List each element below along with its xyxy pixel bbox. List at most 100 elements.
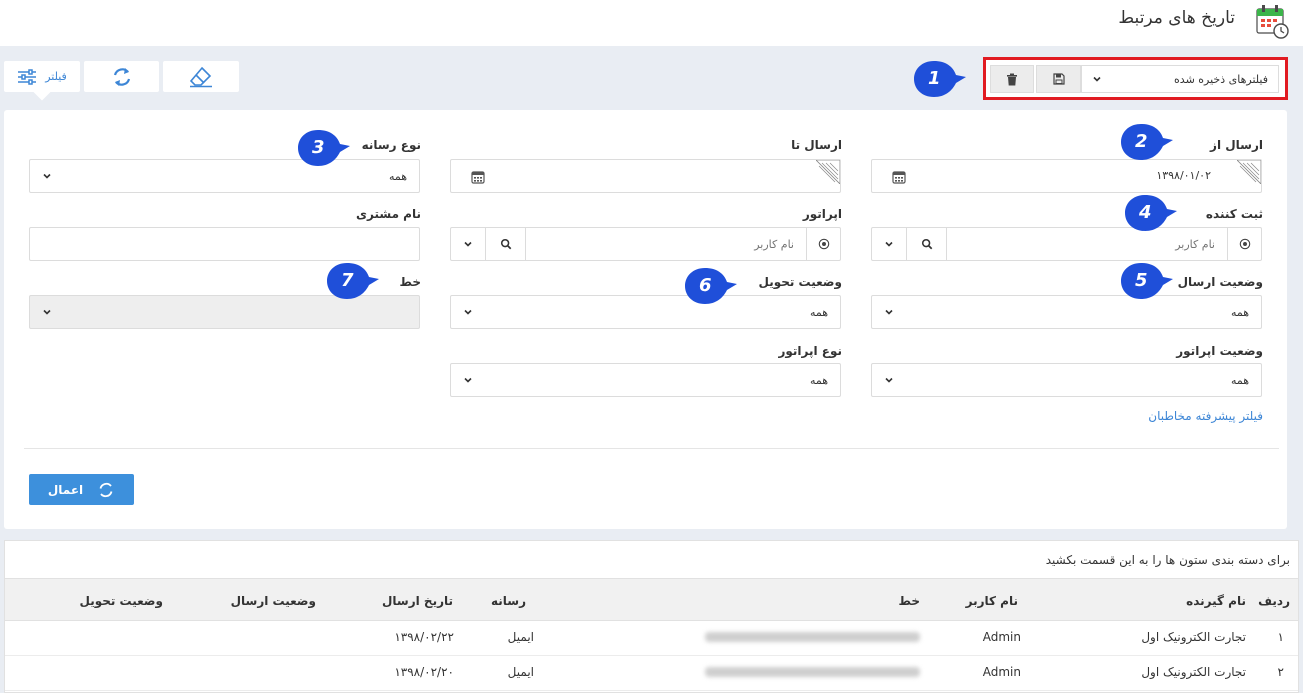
- column-header-recipient[interactable]: نام گیرنده: [1186, 594, 1246, 608]
- search-icon: [921, 238, 933, 250]
- calendar-icon[interactable]: [471, 170, 485, 184]
- group-by-drop-zone[interactable]: برای دسته بندی ستون ها را به این قسمت بک…: [1046, 553, 1290, 567]
- radio-target-icon: [1239, 238, 1251, 250]
- registrar-user-picker: [871, 227, 1262, 261]
- column-header-user[interactable]: نام کاربر: [966, 594, 1018, 608]
- media-type-value: همه: [388, 169, 407, 183]
- delete-filter-button[interactable]: [990, 65, 1034, 93]
- column-header-send-status[interactable]: وضعیت ارسال: [231, 594, 316, 608]
- refresh-icon: [99, 482, 113, 497]
- chevron-down-icon: [884, 307, 894, 317]
- grid-header: ردیف نام گیرنده نام کاربر خط رسانه تاریخ…: [5, 578, 1298, 621]
- eraser-icon: [189, 66, 212, 87]
- operator-status-select[interactable]: همه: [871, 363, 1262, 397]
- operator-input[interactable]: [525, 228, 806, 260]
- delivery-status-label: وضعیت تحویل: [758, 275, 842, 289]
- callout-marker-3: 3: [296, 128, 352, 168]
- callout-marker-6: 6: [683, 266, 739, 306]
- callout-marker-1: 1: [912, 59, 968, 99]
- calendar-clock-icon: [1256, 5, 1289, 39]
- registrar-label: ثبت کننده: [1205, 207, 1263, 221]
- apply-button-label: اعمال: [47, 482, 84, 497]
- registrar-dropdown-button[interactable]: [872, 228, 906, 260]
- cell-send-date: ۱۳۹۸/۰۲/۲۲: [394, 630, 454, 644]
- saved-filters-group: فیلترهای ذخیره شده: [983, 57, 1288, 100]
- operator-dropdown-button[interactable]: [451, 228, 485, 260]
- media-type-select[interactable]: همه: [29, 159, 420, 193]
- cell-index: ۲: [1277, 665, 1284, 679]
- send-from-label: ارسال از: [1210, 138, 1263, 152]
- line-label: خط: [399, 275, 422, 289]
- clear-filters-button[interactable]: [163, 61, 239, 92]
- table-row[interactable]: ۱ تجارت الکترونیک اول Admin ایمیل ۱۳۹۸/۰…: [5, 621, 1298, 656]
- cell-index: ۱: [1277, 630, 1284, 644]
- operator-type-select[interactable]: همه: [450, 363, 841, 397]
- saved-filters-select[interactable]: فیلترهای ذخیره شده: [1081, 65, 1279, 93]
- redacted-line: [705, 667, 920, 677]
- operator-user-picker: [450, 227, 841, 261]
- callout-marker-4: 4: [1123, 193, 1179, 233]
- operator-search-button[interactable]: [485, 228, 526, 260]
- registrar-input[interactable]: [946, 228, 1227, 260]
- cell-media: ایمیل: [507, 630, 534, 644]
- page-header: تاریخ های مرتبط: [0, 0, 1303, 46]
- refresh-button[interactable]: [84, 61, 159, 92]
- radio-target-icon: [818, 238, 830, 250]
- callout-marker-5: 5: [1119, 261, 1175, 301]
- date-picker-corner-icon: [1237, 160, 1261, 184]
- filter-toggle-button[interactable]: فیلتر: [4, 61, 80, 101]
- send-status-label: وضعیت ارسال: [1177, 275, 1263, 289]
- media-type-label: نوع رسانه: [361, 138, 421, 152]
- delivery-status-value: همه: [809, 305, 828, 319]
- table-row[interactable]: ۲ تجارت الکترونیک اول Admin ایمیل ۱۳۹۸/۰…: [5, 656, 1298, 691]
- send-to-date-input[interactable]: [450, 159, 841, 193]
- refresh-icon: [113, 67, 130, 86]
- divider: [24, 448, 1279, 449]
- send-to-label: ارسال تا: [791, 138, 842, 152]
- trash-icon: [1007, 73, 1017, 85]
- chevron-down-icon: [463, 307, 473, 317]
- registrar-radio[interactable]: [1227, 228, 1261, 260]
- advanced-contacts-filter-link[interactable]: فیلتر پیشرفته مخاطبان: [1148, 409, 1263, 423]
- chevron-down-icon: [463, 375, 473, 385]
- cell-user: Admin: [982, 665, 1021, 679]
- send-from-value: ۱۳۹۸/۰۱/۰۲: [1156, 169, 1211, 182]
- chevron-down-icon: [42, 307, 52, 317]
- apply-button[interactable]: اعمال: [29, 474, 134, 505]
- filter-button-label: فیلتر: [45, 70, 67, 83]
- callout-marker-7: 7: [325, 261, 381, 301]
- operator-radio[interactable]: [806, 228, 840, 260]
- column-header-media[interactable]: رسانه: [491, 594, 526, 608]
- registrar-search-button[interactable]: [906, 228, 947, 260]
- search-icon: [500, 238, 512, 250]
- operator-status-label: وضعیت اپراتور: [1176, 344, 1263, 358]
- date-picker-corner-icon: [816, 160, 840, 184]
- delivery-status-select[interactable]: همه: [450, 295, 841, 329]
- page-title: تاریخ های مرتبط: [1118, 8, 1235, 28]
- send-from-date-input[interactable]: ۱۳۹۸/۰۱/۰۲: [871, 159, 1262, 193]
- column-header-line[interactable]: خط: [899, 594, 921, 608]
- column-header-index[interactable]: ردیف: [1258, 594, 1290, 608]
- operator-status-value: همه: [1230, 373, 1249, 387]
- chevron-down-icon: [884, 375, 894, 385]
- saved-filters-label: فیلترهای ذخیره شده: [1174, 72, 1268, 86]
- chevron-down-icon: [884, 239, 894, 249]
- save-filter-button[interactable]: [1036, 65, 1081, 93]
- column-header-delivery-status[interactable]: وضعیت تحویل: [79, 594, 163, 608]
- customer-name-input[interactable]: [29, 227, 420, 261]
- cell-recipient: تجارت الکترونیک اول: [1141, 665, 1246, 679]
- calendar-icon[interactable]: [892, 170, 906, 184]
- column-header-send-date[interactable]: تاریخ ارسال: [382, 594, 453, 608]
- floppy-icon: [1052, 73, 1065, 85]
- customer-name-label: نام مشتری: [356, 207, 421, 221]
- cell-recipient: تجارت الکترونیک اول: [1141, 630, 1246, 644]
- callout-marker-2: 2: [1119, 122, 1175, 162]
- chevron-down-icon: [1092, 74, 1102, 84]
- chevron-down-icon: [463, 239, 473, 249]
- redacted-line: [705, 632, 920, 642]
- send-status-value: همه: [1230, 305, 1249, 319]
- send-status-select[interactable]: همه: [871, 295, 1262, 329]
- cell-media: ایمیل: [507, 665, 534, 679]
- cell-send-date: ۱۳۹۸/۰۲/۲۰: [394, 665, 454, 679]
- sliders-icon: [18, 68, 37, 85]
